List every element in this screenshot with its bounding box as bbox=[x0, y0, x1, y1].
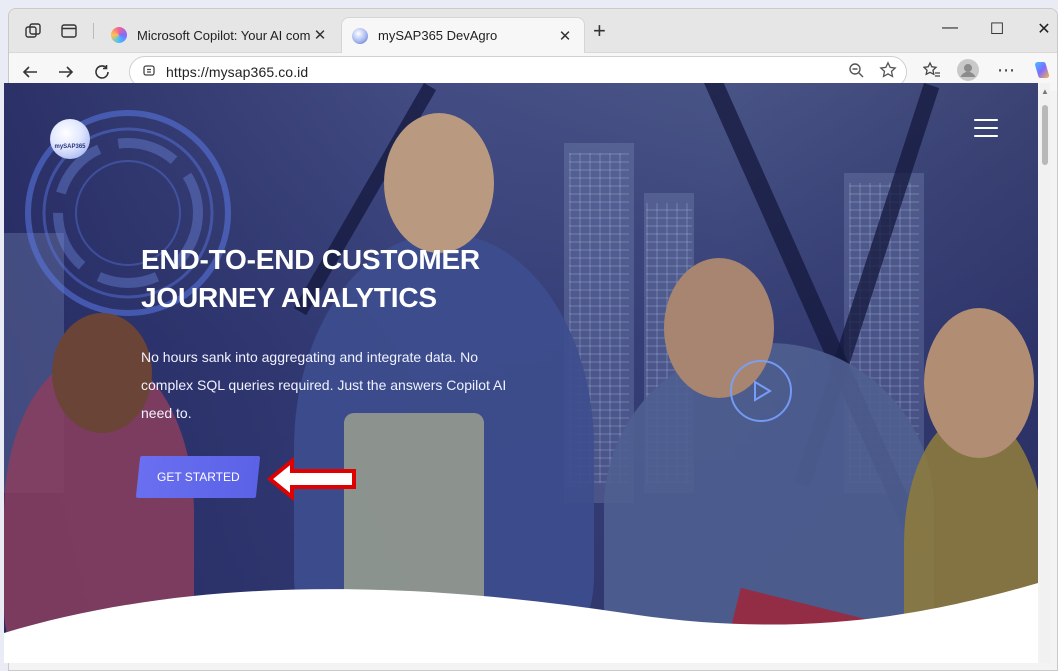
play-video-button[interactable] bbox=[730, 360, 792, 422]
copilot-favicon-icon bbox=[111, 27, 127, 43]
hero-bottom-wave bbox=[4, 583, 1038, 663]
get-started-button[interactable]: GET STARTED bbox=[135, 456, 261, 498]
profile-avatar[interactable] bbox=[957, 59, 979, 81]
hero-headline: END-TO-END CUSTOMER JOURNEY ANALYTICS bbox=[141, 241, 561, 317]
play-icon bbox=[754, 380, 772, 402]
tab-mysap365[interactable]: mySAP365 DevAgro ✕ bbox=[341, 17, 585, 53]
more-options-icon[interactable]: ⋯ bbox=[995, 60, 1017, 80]
close-window-button[interactable]: ✕ bbox=[1029, 19, 1057, 39]
person-face bbox=[384, 113, 494, 253]
scrollbar-thumb[interactable] bbox=[1042, 105, 1048, 165]
close-tab-icon[interactable]: ✕ bbox=[311, 26, 329, 44]
annotation-arrow-icon bbox=[266, 457, 356, 501]
hero-section: mySAP365 END-TO-END CUSTOMER JOURNEY ANA… bbox=[4, 83, 1038, 663]
new-tab-button[interactable]: + bbox=[593, 20, 606, 42]
favorite-star-icon[interactable] bbox=[877, 61, 899, 79]
site-info-icon[interactable] bbox=[142, 63, 156, 82]
person-face bbox=[924, 308, 1034, 458]
site-logo[interactable]: mySAP365 bbox=[50, 119, 90, 159]
divider bbox=[93, 23, 94, 39]
forward-button[interactable] bbox=[55, 61, 77, 83]
logo-text: mySAP365 bbox=[54, 144, 86, 150]
refresh-button[interactable] bbox=[91, 61, 113, 83]
copilot-icon[interactable] bbox=[1031, 59, 1053, 81]
tab-actions-icon[interactable] bbox=[59, 21, 79, 41]
back-button[interactable] bbox=[19, 61, 41, 83]
menu-hamburger-icon[interactable] bbox=[974, 119, 998, 137]
cta-label: GET STARTED bbox=[156, 470, 240, 484]
hero-subtext: No hours sank into aggregating and integ… bbox=[141, 349, 507, 421]
zoom-icon[interactable] bbox=[845, 61, 867, 79]
headline-line-2: JOURNEY ANALYTICS bbox=[141, 282, 437, 313]
tab-title: Microsoft Copilot: Your AI compa bbox=[137, 27, 311, 43]
scroll-up-arrow-icon[interactable]: ▲ bbox=[1041, 87, 1049, 96]
favorites-icon[interactable] bbox=[921, 61, 943, 79]
headline-line-1: END-TO-END CUSTOMER bbox=[141, 244, 480, 275]
person-face bbox=[52, 313, 152, 433]
page-scrollbar[interactable]: ▲ bbox=[1040, 83, 1050, 663]
mysap365-favicon-icon bbox=[352, 27, 368, 44]
url-text: https://mysap365.co.id bbox=[166, 64, 309, 80]
minimize-button[interactable]: — bbox=[935, 19, 965, 37]
tab-strip: Microsoft Copilot: Your AI compa ✕ mySAP… bbox=[9, 9, 1057, 53]
tab-copilot[interactable]: Microsoft Copilot: Your AI compa ✕ bbox=[101, 17, 339, 53]
workspaces-icon[interactable] bbox=[23, 21, 43, 41]
maximize-button[interactable]: ☐ bbox=[982, 19, 1012, 39]
tab-title: mySAP365 DevAgro bbox=[378, 28, 498, 43]
close-tab-icon[interactable]: ✕ bbox=[556, 27, 574, 45]
